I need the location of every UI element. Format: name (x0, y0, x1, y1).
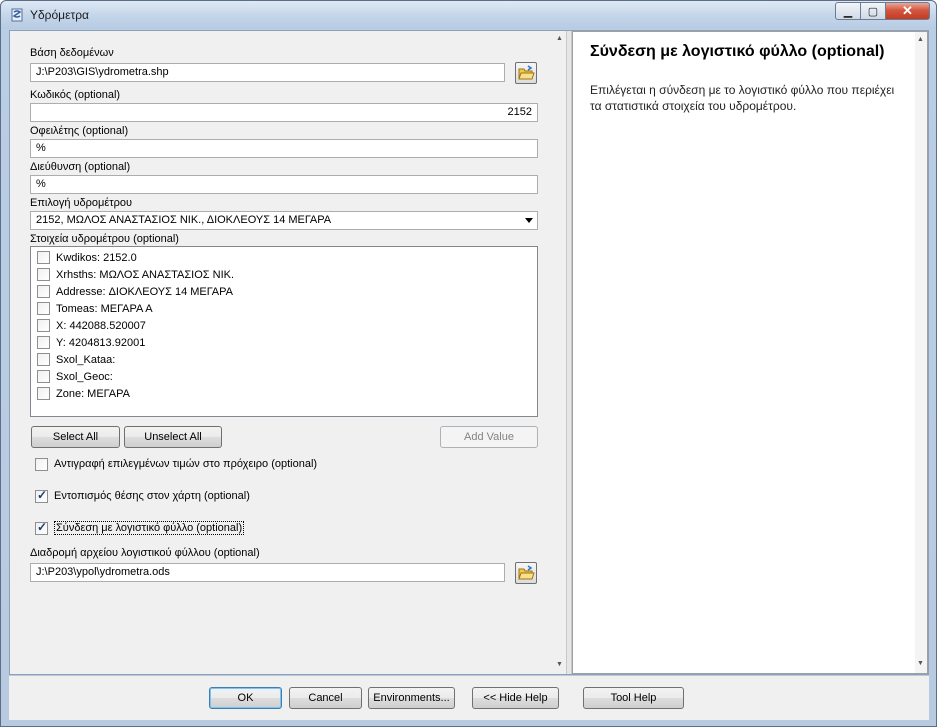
code-input[interactable]: 2152 (30, 103, 538, 122)
link-spreadsheet-label: Σύνδεση με λογιστικό φύλλο (optional) (54, 521, 245, 535)
parameters-scrollbar[interactable]: ▲ ▼ (554, 31, 566, 674)
list-item-label: Zone: ΜΕΓΑΡΑ (56, 387, 130, 400)
copy-clipboard-label: Αντιγραφή επιλεγμένων τιμών στο πρόχειρο… (54, 458, 318, 470)
list-item[interactable]: Xrhsths: ΜΩΛΟΣ ΑΝΑΣΤΑΣΙΟΣ ΝΙΚ. (37, 266, 234, 283)
locate-on-map-label: Εντοπισμός θέσης στον χάρτη (optional) (54, 490, 250, 502)
list-item-label: Xrhsths: ΜΩΛΟΣ ΑΝΑΣΤΑΣΙΟΣ ΝΙΚ. (56, 268, 235, 281)
list-item[interactable]: X: 442088.520007 (37, 317, 146, 334)
scroll-down-icon[interactable]: ▼ (917, 660, 924, 667)
list-item-label: Kwdikos: 2152.0 (56, 251, 137, 264)
link-spreadsheet-checkbox[interactable] (35, 520, 48, 535)
help-title: Σύνδεση με λογιστικό φύλλο (optional) (590, 43, 885, 60)
locate-on-map-checkbox[interactable] (35, 488, 48, 503)
address-input[interactable]: % (30, 175, 538, 194)
client-area: Βάση δεδομένων J:\P203\GIS\ydrometra.shp… (9, 30, 929, 675)
locate-on-map-option[interactable]: Εντοπισμός θέσης στον χάρτη (optional) (35, 488, 250, 504)
unselect-all-button[interactable]: Unselect All (124, 426, 222, 448)
database-label: Βάση δεδομένων (30, 47, 114, 59)
tool-help-button[interactable]: Tool Help (583, 687, 684, 709)
chevron-down-icon (525, 218, 533, 223)
meter-select-dropdown[interactable]: 2152, ΜΩΛΟΣ ΑΝΑΣΤΑΣΙΟΣ ΝΙΚ., ΔΙΟΚΛΕΟΥΣ 1… (30, 211, 538, 230)
spreadsheet-path-label: Διαδρομή αρχείου λογιστικού φύλλου (opti… (30, 547, 260, 559)
parameters-pane: Βάση δεδομένων J:\P203\GIS\ydrometra.shp… (10, 31, 566, 674)
help-pane: Σύνδεση με λογιστικό φύλλο (optional) Επ… (572, 31, 928, 674)
database-browse-button[interactable] (515, 62, 537, 84)
dialog-window: Υδρόμετρα ▁ ▢ ✕ Βάση δεδομένων J:\P203\G… (0, 0, 937, 727)
scroll-down-icon[interactable]: ▼ (556, 661, 563, 668)
code-label: Κωδικός (optional) (30, 89, 121, 101)
list-item[interactable]: Kwdikos: 2152.0 (37, 249, 137, 266)
close-icon: ✕ (902, 3, 913, 18)
list-item[interactable]: Addresse: ΔΙΟΚΛΕΟΥΣ 14 ΜΕΓΑΡΑ (37, 283, 233, 300)
copy-clipboard-checkbox[interactable] (35, 457, 48, 471)
checkbox[interactable] (37, 319, 50, 332)
checkbox[interactable] (37, 268, 50, 281)
scroll-up-icon[interactable]: ▲ (556, 35, 563, 42)
help-scrollbar[interactable]: ▲ ▼ (915, 32, 927, 673)
copy-clipboard-option[interactable]: Αντιγραφή επιλεγμένων τιμών στο πρόχειρο… (35, 456, 317, 472)
meter-data-listbox[interactable]: Kwdikos: 2152.0 Xrhsths: ΜΩΛΟΣ ΑΝΑΣΤΑΣΙΟ… (30, 246, 538, 417)
ok-button[interactable]: OK (209, 687, 282, 709)
list-item-label: Addresse: ΔΙΟΚΛΕΟΥΣ 14 ΜΕΓΑΡΑ (56, 285, 233, 298)
checkbox[interactable] (37, 387, 50, 400)
script-tool-icon (11, 8, 23, 22)
maximize-icon: ▢ (867, 5, 879, 18)
checkbox[interactable] (37, 302, 50, 315)
folder-open-icon (518, 565, 535, 580)
list-item[interactable]: Y: 4204813.92001 (37, 334, 145, 351)
link-spreadsheet-option[interactable]: Σύνδεση με λογιστικό φύλλο (optional) (35, 520, 245, 536)
list-item-label: Sxol_Geoc: (56, 370, 113, 383)
database-input[interactable]: J:\P203\GIS\ydrometra.shp (30, 63, 505, 82)
environments-button[interactable]: Environments... (368, 687, 455, 709)
folder-open-icon (518, 65, 535, 80)
hide-help-button[interactable]: << Hide Help (472, 687, 559, 709)
list-item-label: Sxol_Kataa: (56, 353, 116, 366)
window-title: Υδρόμετρα (30, 8, 89, 22)
title-bar[interactable]: Υδρόμετρα ▁ ▢ ✕ (1, 1, 936, 29)
list-item[interactable]: Zone: ΜΕΓΑΡΑ (37, 385, 130, 402)
spreadsheet-path-input[interactable]: J:\P203\ypol\ydrometra.ods (30, 563, 505, 582)
maximize-button[interactable]: ▢ (861, 2, 886, 20)
scroll-up-icon[interactable]: ▲ (917, 36, 924, 43)
select-all-button[interactable]: Select All (31, 426, 120, 448)
spreadsheet-browse-button[interactable] (515, 562, 537, 584)
checkbox[interactable] (37, 336, 50, 349)
address-label: Διεύθυνση (optional) (30, 161, 131, 173)
checkbox[interactable] (37, 370, 50, 383)
minimize-icon: ▁ (843, 5, 853, 18)
checkbox[interactable] (37, 353, 50, 366)
minimize-button[interactable]: ▁ (835, 2, 861, 20)
list-item-label: Tomeas: ΜΕΓΑΡΑ Α (56, 302, 153, 315)
close-button[interactable]: ✕ (886, 2, 930, 20)
cancel-button[interactable]: Cancel (289, 687, 362, 709)
meter-data-label: Στοιχεία υδρομέτρου (optional) (30, 233, 179, 245)
checkbox[interactable] (37, 285, 50, 298)
meter-select-value: 2152, ΜΩΛΟΣ ΑΝΑΣΤΑΣΙΟΣ ΝΙΚ., ΔΙΟΚΛΕΟΥΣ 1… (36, 214, 332, 226)
list-item[interactable]: Sxol_Kataa: (37, 351, 115, 368)
checkbox[interactable] (37, 251, 50, 264)
list-item-label: X: 442088.520007 (56, 319, 146, 332)
button-bar: OK Cancel Environments... << Hide Help T… (9, 676, 929, 720)
list-item[interactable]: Tomeas: ΜΕΓΑΡΑ Α (37, 300, 153, 317)
help-body: Επιλέγεται η σύνδεση με το λογιστικό φύλ… (590, 83, 895, 113)
meter-select-label: Επιλογή υδρομέτρου (30, 197, 132, 209)
debtor-label: Οφειλέτης (optional) (30, 125, 129, 137)
debtor-input[interactable]: % (30, 139, 538, 158)
list-item[interactable]: Sxol_Geoc: (37, 368, 113, 385)
add-value-button[interactable]: Add Value (440, 426, 538, 448)
list-item-label: Y: 4204813.92001 (56, 336, 146, 349)
